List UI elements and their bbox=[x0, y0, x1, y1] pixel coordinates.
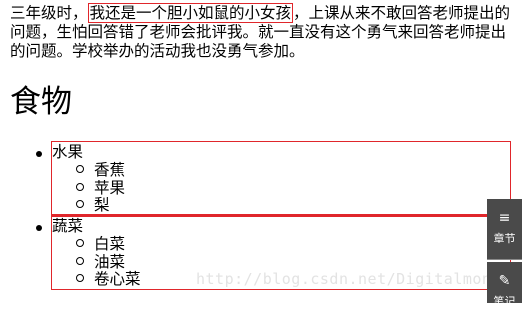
story-paragraph: 三年级时， 我还是一个胆小如鼠的小女孩 ，上课从来不敢回答老师提出的问题，生怕回答错… bbox=[10, 3, 515, 61]
category-label-fruit: 水果 bbox=[52, 143, 84, 161]
circle-bullet bbox=[76, 200, 84, 208]
category-label-vegetable: 蔬菜 bbox=[52, 217, 84, 235]
blog-watermark: http://blog.csdn.net/Digitalmon bbox=[196, 270, 492, 288]
paragraph-intro: 三年级时， bbox=[10, 4, 88, 22]
list-item: 梨 bbox=[76, 196, 110, 215]
menu-icon: ≡ bbox=[498, 210, 511, 226]
notes-button-label: 笔记 bbox=[493, 295, 516, 308]
list-item-label: 卷心菜 bbox=[94, 270, 141, 288]
toc-button[interactable]: ≡ 章节 bbox=[487, 199, 522, 260]
notes-button[interactable]: ✎ 笔记 bbox=[487, 262, 522, 308]
circle-bullet bbox=[76, 183, 84, 191]
list-item-label: 油菜 bbox=[94, 253, 126, 271]
circle-bullet bbox=[76, 239, 84, 247]
list-item-label: 苹果 bbox=[94, 179, 126, 197]
list-bullet bbox=[36, 225, 42, 231]
list-item-label: 白菜 bbox=[94, 235, 126, 253]
circle-bullet bbox=[76, 274, 84, 282]
page-heading: 食物 bbox=[10, 84, 72, 120]
list-item: 香蕉 bbox=[76, 161, 125, 180]
circle-bullet bbox=[76, 257, 84, 265]
list-item: 白菜 bbox=[76, 235, 125, 254]
list-item-label: 梨 bbox=[94, 196, 110, 214]
list-bullet bbox=[36, 151, 42, 157]
pencil-icon: ✎ bbox=[498, 273, 511, 289]
list-item-label: 香蕉 bbox=[94, 161, 126, 179]
highlighted-phrase: 我还是一个胆小如鼠的小女孩 bbox=[87, 3, 294, 23]
list-item: 卷心菜 bbox=[76, 270, 141, 289]
circle-bullet bbox=[76, 165, 84, 173]
toc-button-label: 章节 bbox=[493, 232, 516, 245]
